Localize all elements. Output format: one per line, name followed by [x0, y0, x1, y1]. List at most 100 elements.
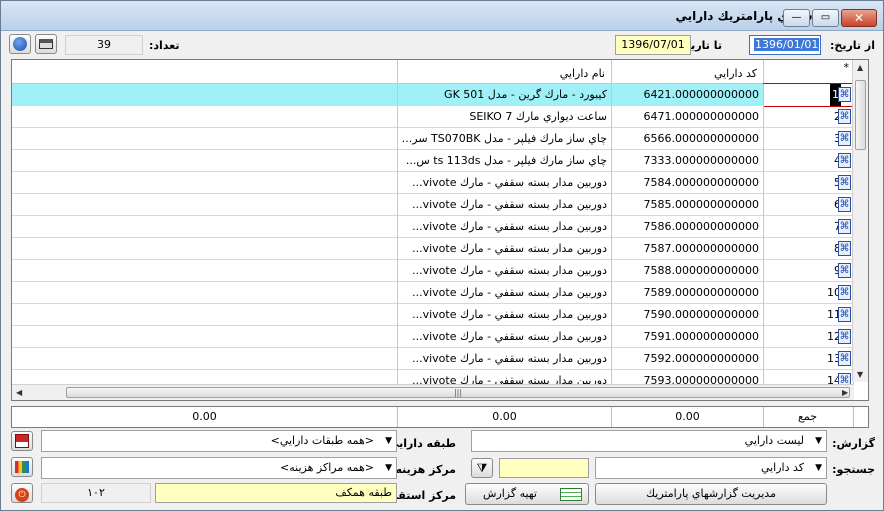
horizontal-scroll-thumb[interactable]: ||| — [66, 387, 850, 398]
row-select-icon[interactable]: ⌘ — [838, 351, 851, 366]
asset-code-cell[interactable]: 7589.000000000000 — [612, 282, 764, 304]
asset-name-cell[interactable]: كيبورد - مارك گرين - مدل GK 501 — [398, 84, 612, 106]
table-row[interactable]: 13 ⌘ 7592.000000000000 دوربين مدار بسته سقف… — [12, 348, 854, 370]
table-row[interactable]: 6⌘7585.000000000000دوربين مدار بسته سقفي… — [12, 194, 854, 216]
asset-name-cell[interactable]: چاي ساز مارك فيلپر - مدل TS070BK سر... — [398, 128, 612, 150]
row-index-cell[interactable]: 3⌘ — [764, 128, 854, 150]
filter-button[interactable]: ⧩ — [471, 458, 493, 478]
prepare-report-button[interactable]: تهيه گزارش — [465, 483, 589, 505]
asset-code-cell[interactable]: 7333.000000000000 — [612, 150, 764, 172]
row-select-icon[interactable]: ⌘ — [838, 263, 851, 278]
row-index-cell[interactable]: 13 ⌘ — [764, 348, 854, 370]
search-select[interactable]: ▼ كد دارايي — [595, 457, 827, 479]
row-select-icon[interactable]: ⌘ — [838, 153, 851, 168]
row-select-icon[interactable]: ⌘ — [838, 131, 851, 146]
asset-name-cell[interactable]: دوربين مدار بسته سقفي - مارك vivote... — [398, 172, 612, 194]
row-select-icon[interactable]: ⌘ — [838, 109, 851, 124]
asset-code-cell[interactable]: 6421.000000000000 — [612, 84, 764, 106]
row-index-cell[interactable]: 7⌘ — [764, 216, 854, 238]
chevron-down-icon: ▼ — [815, 463, 822, 473]
asset-name-cell[interactable]: دوربين مدار بسته سقفي - مارك vivote... — [398, 282, 612, 304]
location-input[interactable]: طبقه همكف — [155, 483, 397, 503]
close-button[interactable]: ✕ — [841, 9, 877, 27]
row-index-cell[interactable]: 8⌘ — [764, 238, 854, 260]
asset-code-cell[interactable]: 7590.000000000000 — [612, 304, 764, 326]
asset-name-cell[interactable]: چاي ساز مارك فيلپر - مدل ts 113ds س... — [398, 150, 612, 172]
cost-center-label: مركز هزينه: — [391, 463, 456, 476]
scroll-up-icon[interactable]: ▲ — [857, 63, 863, 72]
asset-code-cell[interactable]: 7588.000000000000 — [612, 260, 764, 282]
row-index-cell[interactable]: 11 ⌘ — [764, 304, 854, 326]
row-select-icon[interactable]: ⌘ — [838, 285, 851, 300]
table-row[interactable]: 1 ⌘ 6421.000000000000 كيبورد - مارك گرين - … — [12, 83, 855, 107]
print-button[interactable] — [35, 34, 57, 54]
row-index-cell[interactable]: 1 ⌘ — [763, 83, 855, 107]
asset-code-cell[interactable]: 7585.000000000000 — [612, 194, 764, 216]
table-row[interactable]: 9⌘7588.000000000000دوربين مدار بسته سقفي… — [12, 260, 854, 282]
row-select-icon[interactable]: ⌘ — [838, 175, 851, 190]
asset-code-cell[interactable]: 7592.000000000000 — [612, 348, 764, 370]
scroll-right-icon[interactable]: ▶ — [842, 388, 848, 397]
asset-name-cell[interactable]: دوربين مدار بسته سقفي - مارك vivote... — [398, 304, 612, 326]
row-select-icon[interactable]: ⌘ — [838, 87, 851, 102]
asset-code-cell[interactable]: 7587.000000000000 — [612, 238, 764, 260]
save-button[interactable] — [11, 431, 33, 451]
row-select-icon[interactable]: ⌘ — [838, 197, 851, 212]
to-date-input[interactable]: 1396/07/01 — [615, 35, 691, 55]
asset-class-select[interactable]: ▼ <همه طبقات دارايي> — [41, 430, 397, 452]
column-header-code[interactable]: كد دارايي — [612, 60, 764, 84]
table-row[interactable]: 2⌘6471.000000000000ساعت ديواري مارك SEIK… — [12, 106, 854, 128]
horizontal-scrollbar[interactable]: ◀ ||| ▶ — [12, 384, 854, 400]
cost-center-select[interactable]: ▼ <همه مراكز هزينه> — [41, 457, 397, 479]
row-index-cell[interactable]: 6⌘ — [764, 194, 854, 216]
row-select-icon[interactable]: ⌘ — [838, 241, 851, 256]
asset-code-cell[interactable]: 6566.000000000000 — [612, 128, 764, 150]
table-row[interactable]: 12 ⌘ 7591.000000000000 دوربين مدار بسته سقف… — [12, 326, 854, 348]
asset-name-cell[interactable]: دوربين مدار بسته سقفي - مارك vivote... — [398, 194, 612, 216]
table-row[interactable]: 7⌘7586.000000000000دوربين مدار بسته سقفي… — [12, 216, 854, 238]
asset-name-cell[interactable]: دوربين مدار بسته سقفي - مارك vivote... — [398, 238, 612, 260]
scroll-left-icon[interactable]: ◀ — [16, 388, 22, 397]
from-date-input[interactable]: 1396/01/01 — [749, 35, 821, 55]
row-index-cell[interactable]: 10 ⌘ — [764, 282, 854, 304]
asset-name-cell[interactable]: دوربين مدار بسته سقفي - مارك vivote... — [398, 326, 612, 348]
asset-name-cell[interactable]: ساعت ديواري مارك SEIKO 7 — [398, 106, 612, 128]
vertical-scroll-thumb[interactable] — [855, 80, 866, 150]
asset-code-cell[interactable]: 6471.000000000000 — [612, 106, 764, 128]
report-select[interactable]: ▼ ليست دارايي — [471, 430, 827, 452]
scroll-down-icon[interactable]: ▼ — [857, 370, 863, 379]
blank-cell — [12, 150, 398, 172]
asset-code-cell[interactable]: 7584.000000000000 — [612, 172, 764, 194]
row-index-cell[interactable]: 4⌘ — [764, 150, 854, 172]
minimize-button[interactable]: — — [783, 9, 810, 27]
row-index-cell[interactable]: 12 ⌘ — [764, 326, 854, 348]
table-row[interactable]: 10 ⌘ 7589.000000000000 دوربين مدار بسته سقف… — [12, 282, 854, 304]
row-index-cell[interactable]: 5⌘ — [764, 172, 854, 194]
row-index-cell[interactable]: 2⌘ — [764, 106, 854, 128]
manage-reports-button[interactable]: مديريت گزارشهاي پارامتريك — [595, 483, 827, 505]
assets-grid[interactable]: * كد دارايي نام دارايي 1 ⌘ 6421.0000000000… — [11, 59, 869, 401]
table-row[interactable]: 8⌘7587.000000000000دوربين مدار بسته سقفي… — [12, 238, 854, 260]
row-index-cell[interactable]: 9⌘ — [764, 260, 854, 282]
asset-name-cell[interactable]: دوربين مدار بسته سقفي - مارك vivote... — [398, 348, 612, 370]
search-input[interactable] — [499, 458, 589, 478]
asset-code-cell[interactable]: 7591.000000000000 — [612, 326, 764, 348]
row-select-icon[interactable]: ⌘ — [838, 329, 851, 344]
column-header-name[interactable]: نام دارايي — [398, 60, 612, 84]
asset-code-cell[interactable]: 7586.000000000000 — [612, 216, 764, 238]
maximize-button[interactable]: ▭ — [812, 9, 839, 27]
table-row[interactable]: 3⌘6566.000000000000چاي ساز مارك فيلپر - … — [12, 128, 854, 150]
asset-name-cell[interactable]: دوربين مدار بسته سقفي - مارك vivote... — [398, 260, 612, 282]
chart-button[interactable] — [11, 457, 33, 477]
table-row[interactable]: 4⌘7333.000000000000چاي ساز مارك فيلپر - … — [12, 150, 854, 172]
table-row[interactable]: 11 ⌘ 7590.000000000000 دوربين مدار بسته سقف… — [12, 304, 854, 326]
row-select-icon[interactable]: ⌘ — [838, 307, 851, 322]
exit-button[interactable]: ⏻ — [11, 483, 33, 503]
row-select-icon[interactable]: ⌘ — [838, 219, 851, 234]
vertical-scrollbar[interactable]: ▲ ▼ — [852, 60, 868, 382]
asset-name-cell[interactable]: دوربين مدار بسته سقفي - مارك vivote... — [398, 216, 612, 238]
floppy-disk-icon — [15, 434, 29, 448]
table-row[interactable]: 5⌘7584.000000000000دوربين مدار بسته سقفي… — [12, 172, 854, 194]
column-header-index[interactable]: * — [764, 60, 854, 84]
refresh-button[interactable] — [9, 34, 31, 54]
